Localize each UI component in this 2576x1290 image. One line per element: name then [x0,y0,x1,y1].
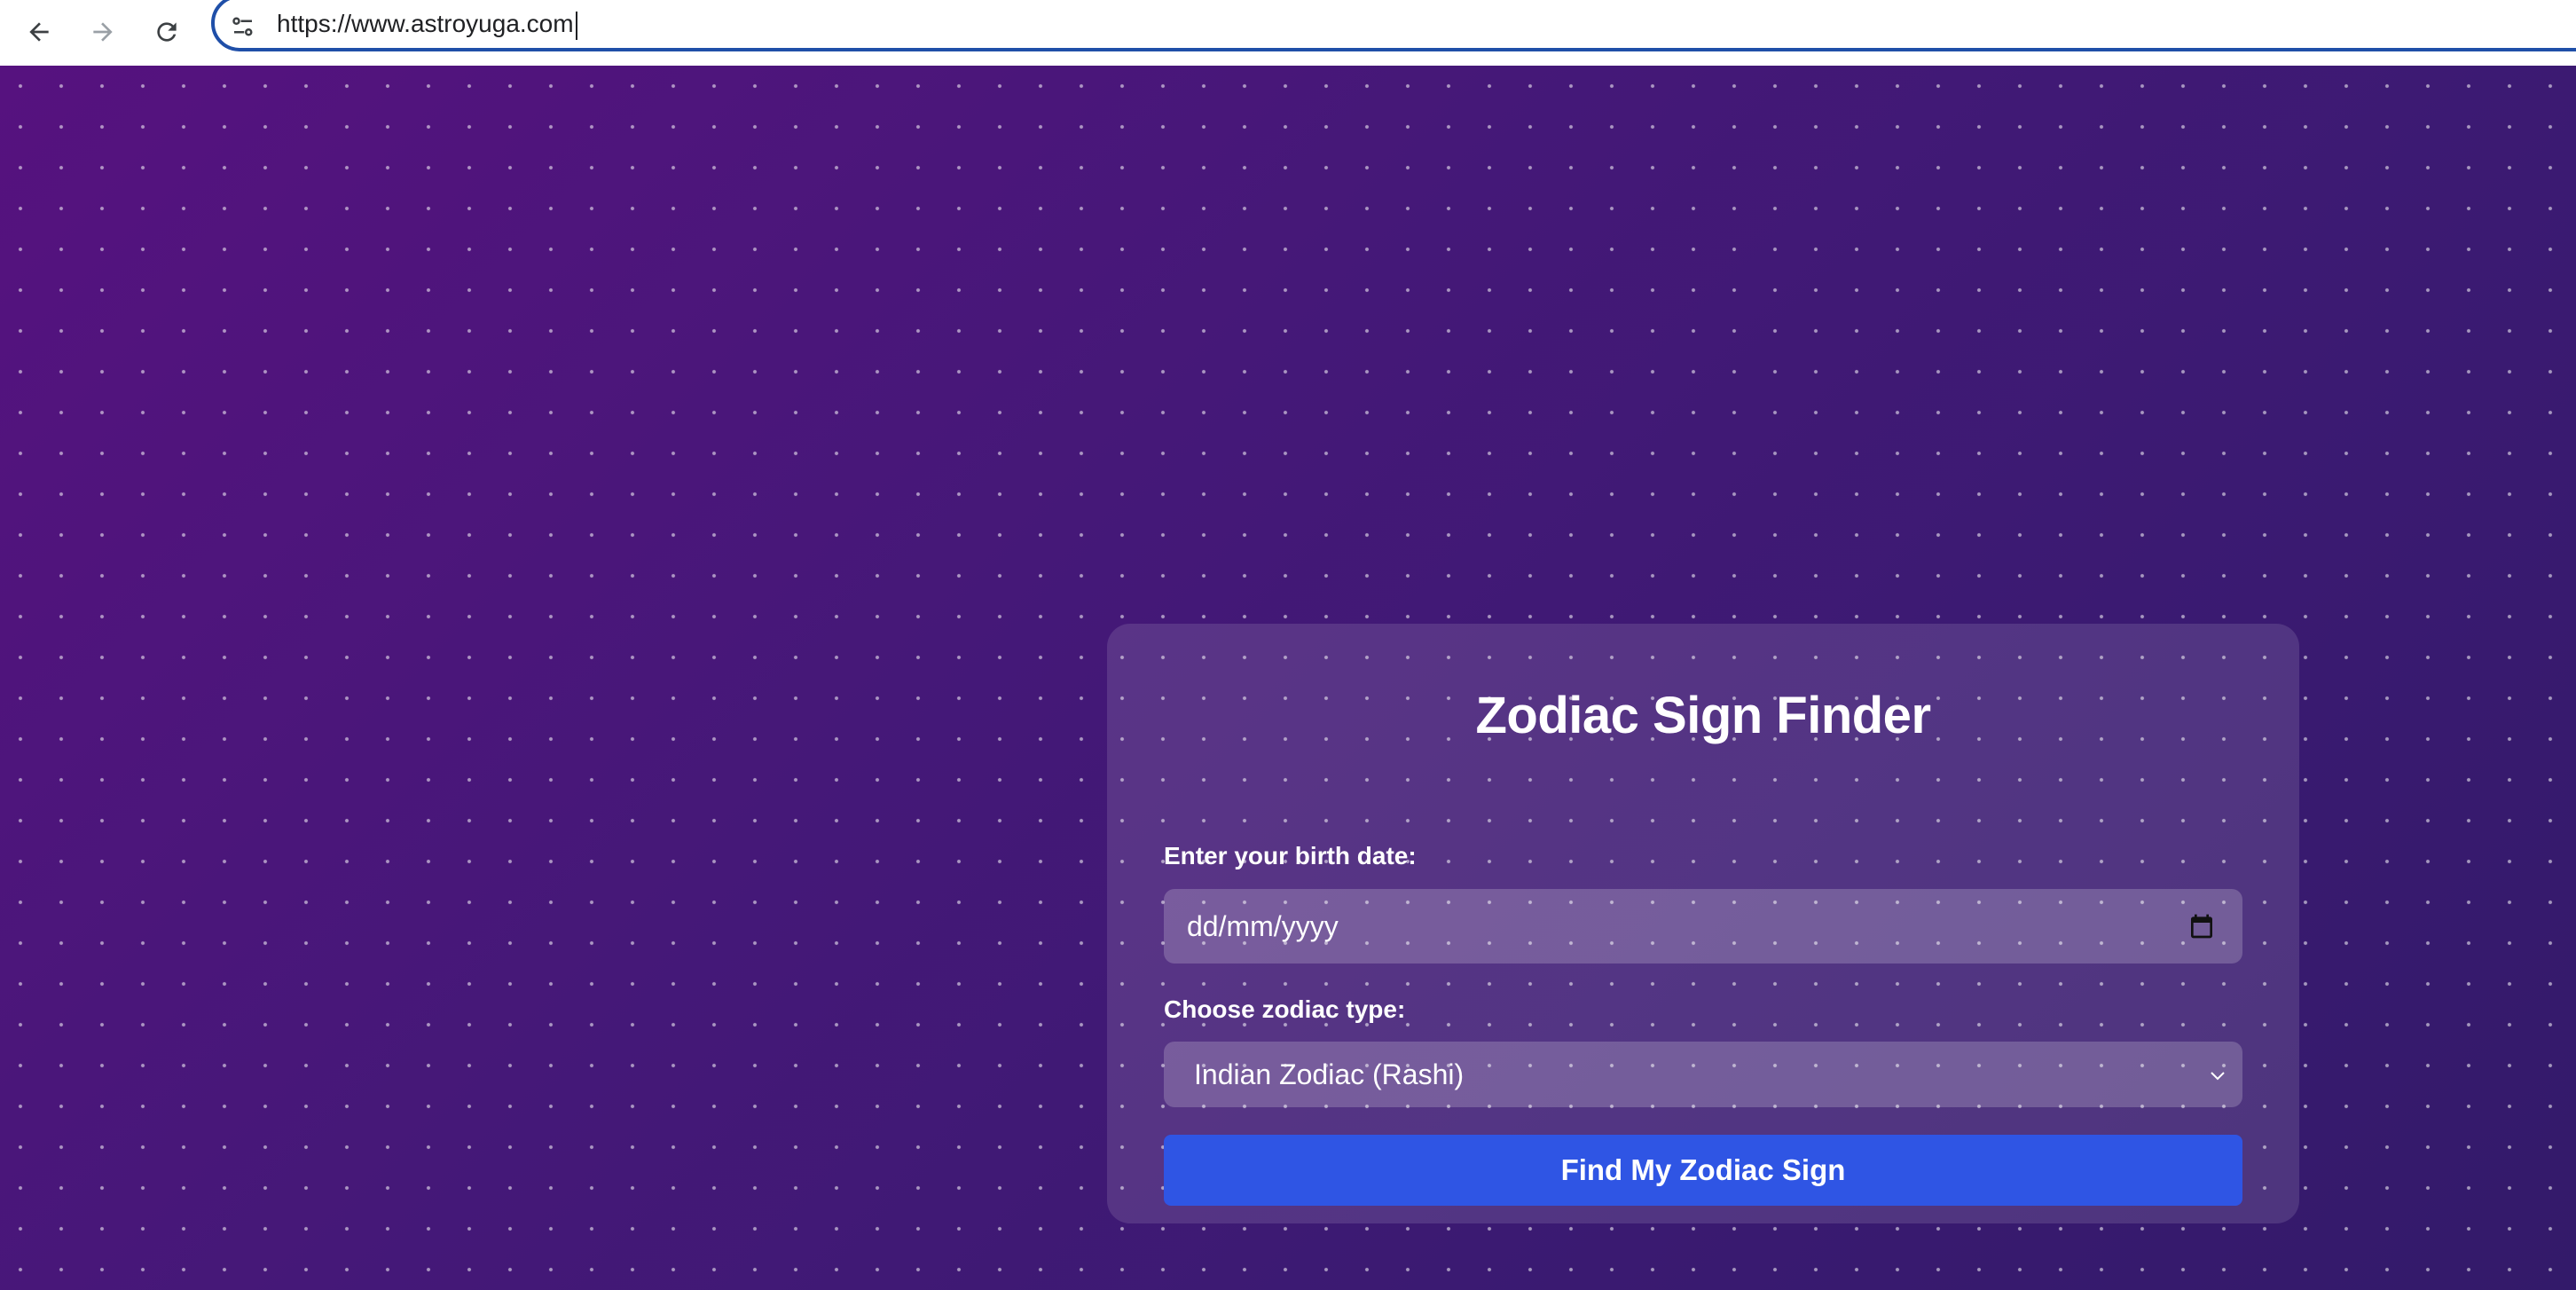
reload-icon [157,22,177,42]
forward-button[interactable] [78,7,128,57]
arrow-left-icon [29,22,49,42]
reload-button[interactable] [142,7,192,57]
site-info-button[interactable] [224,7,263,46]
back-button[interactable] [14,7,64,57]
birth-date-label: Enter your birth date: [1164,842,1417,869]
url-text[interactable]: https://www.astroyuga.com [277,6,577,42]
arrow-right-icon [93,22,113,42]
zodiac-form-card: Zodiac Sign Finder Enter your birth date… [1107,624,2299,1223]
zodiac-type-selected: Indian Zodiac (Rashi) [1194,1058,1465,1090]
calendar-icon[interactable] [2187,912,2216,940]
page-background: Zodiac Sign Finder Enter your birth date… [0,66,2576,1290]
zodiac-type-label: Choose zodiac type: [1164,995,1406,1023]
zodiac-type-select[interactable]: Indian Zodiac (Rashi) [1164,1042,2242,1107]
find-zodiac-button[interactable]: Find My Zodiac Sign [1164,1135,2242,1206]
page-title: Zodiac Sign Finder [1475,687,1931,744]
birth-date-input[interactable]: dd/mm/yyyy [1164,889,2242,964]
chevron-down-icon [2211,1072,2225,1081]
birth-date-placeholder: dd/mm/yyyy [1187,910,1339,942]
browser-toolbar: https://www.astroyuga.com [0,0,2576,66]
url-value: https://www.astroyuga.com [277,10,574,37]
find-zodiac-button-label: Find My Zodiac Sign [1560,1153,1846,1186]
tune-icon [232,17,253,36]
text-caret [575,11,577,40]
